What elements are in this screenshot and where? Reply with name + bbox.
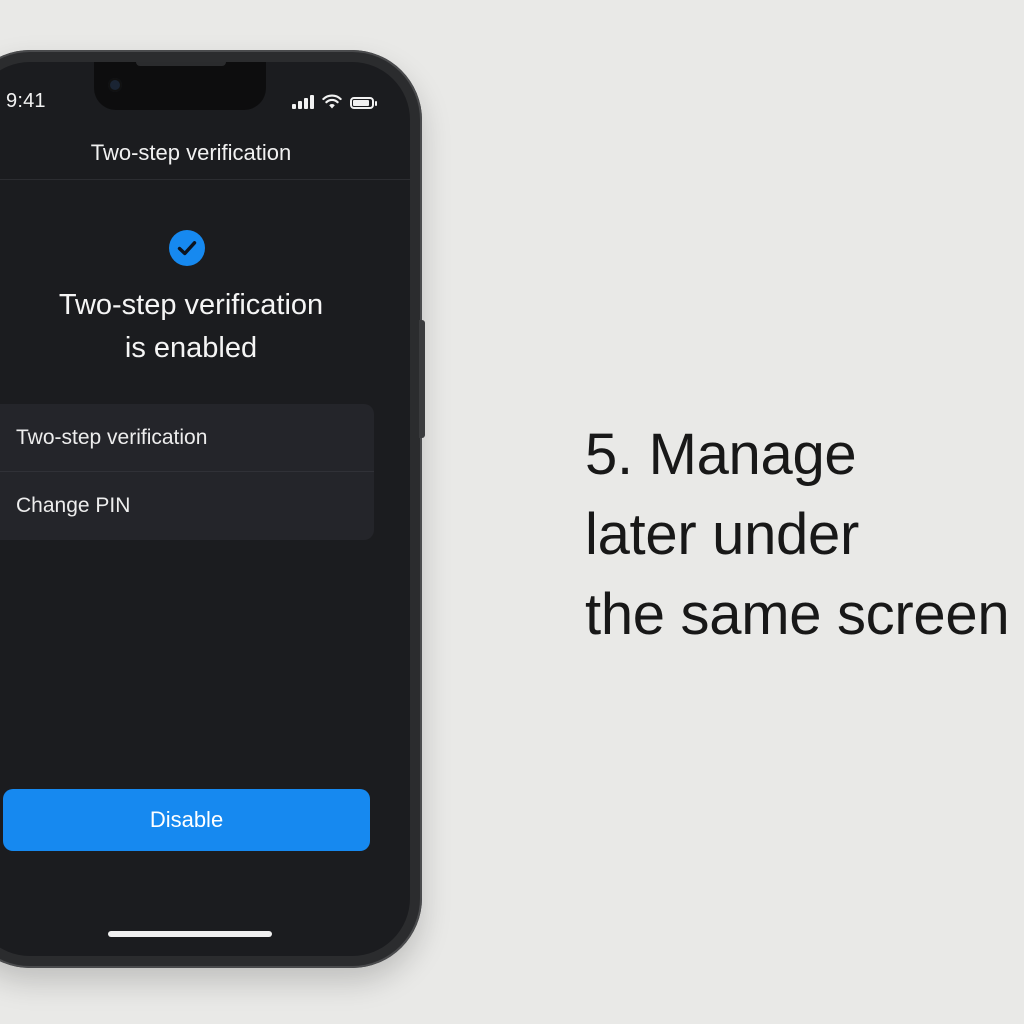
settings-row-label: Change PIN	[16, 493, 131, 517]
settings-group: Two-step verification Change PIN	[0, 404, 374, 540]
nav-title: Two-step verification	[90, 140, 292, 165]
phone-notch	[94, 62, 266, 110]
caption-line2: later under	[585, 502, 859, 567]
front-camera-icon	[108, 78, 122, 92]
phone-side-button	[419, 320, 425, 438]
speaker-grille	[136, 62, 226, 66]
status-headline: Two-step verification is enabled	[0, 284, 410, 370]
settings-row-label: Two-step verification	[16, 425, 208, 449]
settings-row-two-step-verification[interactable]: Two-step verification	[0, 404, 374, 471]
status-headline-line2: is enabled	[124, 332, 258, 364]
nav-divider	[0, 179, 410, 180]
status-bar-icons	[292, 94, 377, 109]
battery-level-fill	[353, 100, 369, 106]
status-headline-line1: Two-step verification	[58, 289, 324, 321]
check-circle-icon	[169, 230, 205, 266]
disable-button[interactable]: Disable	[3, 789, 370, 851]
step-caption: 5. Manage later under the same screen	[585, 415, 1024, 655]
caption-line3: the same screen	[585, 582, 1010, 647]
status-bar-time: 9:41	[6, 90, 46, 112]
battery-icon	[350, 97, 377, 109]
settings-row-change-pin[interactable]: Change PIN	[0, 472, 374, 539]
cellular-signal-icon	[292, 95, 314, 109]
home-indicator	[108, 931, 272, 937]
caption-line1: 5. Manage	[585, 422, 857, 487]
wifi-icon	[322, 94, 342, 109]
phone-screen: 9:41 Two-step verification Two-step veri…	[0, 62, 410, 956]
